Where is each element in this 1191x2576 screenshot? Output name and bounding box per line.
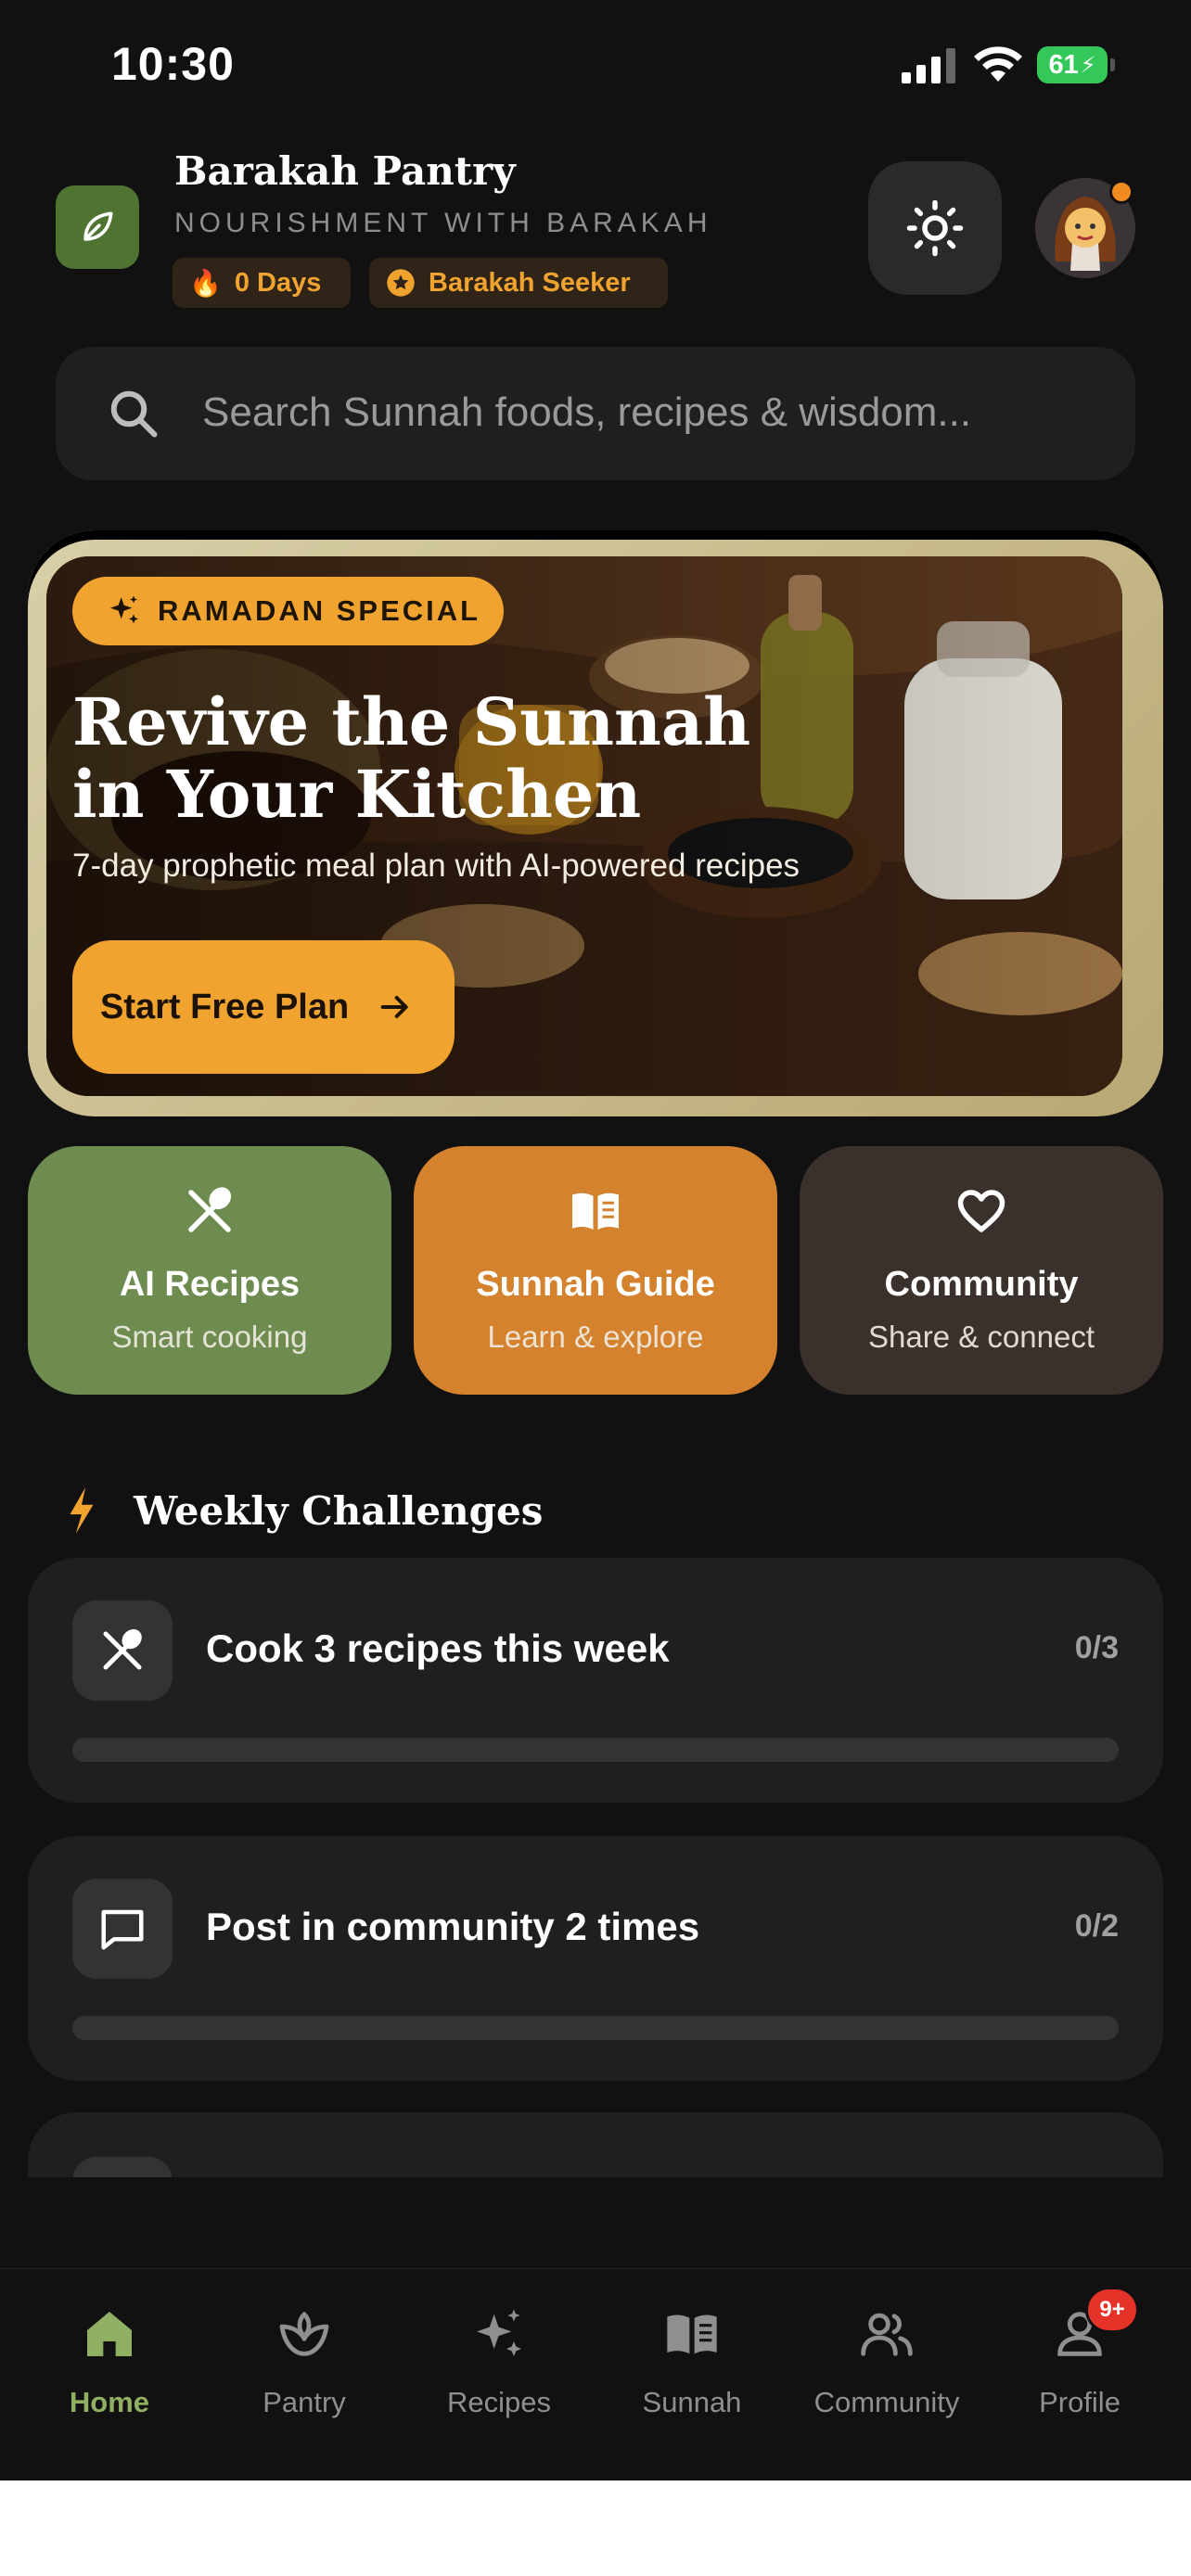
chat-bubble-icon (101, 1909, 144, 1950)
battery-level: 61 ⚡ (1037, 46, 1108, 83)
app-tagline: NOURISHMENT WITH BARAKAH (174, 208, 712, 238)
book-icon (667, 2315, 717, 2354)
sparkles-icon (110, 595, 138, 624)
status-time: 10:30 (111, 38, 235, 90)
home-icon (87, 2312, 132, 2356)
challenge-title: Post in community 2 times (206, 1905, 700, 1948)
challenge-count: 0/2 (1074, 1908, 1119, 1944)
home-screen: 10:30 61 ⚡ Barakah Pantry NOURISHMENT WIT… (0, 0, 1191, 2480)
challenge-title: Cook 3 recipes this week (206, 1626, 670, 1670)
signal-icon (902, 48, 955, 83)
hero-title: Revive the Sunnah in Your Kitchen (72, 686, 777, 831)
lightning-icon (70, 1487, 94, 1534)
app-title: Barakah Pantry (174, 148, 516, 194)
wifi-icon (974, 46, 1022, 82)
avatar-notification-dot (1109, 180, 1133, 204)
star-badge-icon (387, 269, 415, 297)
book-icon (572, 1192, 619, 1230)
status-bar: 10:30 61 ⚡ (0, 0, 1191, 139)
nav-label: Sunnah (642, 2386, 742, 2418)
tile-subtitle: Share & connect (868, 1320, 1095, 1354)
profile-notification-badge: 9+ (1085, 2287, 1139, 2333)
challenge-card[interactable]: Cook 3 recipes this week 0/3 (28, 1558, 1163, 1803)
community-tile[interactable]: Community Share & connect (800, 1146, 1163, 1395)
tile-title: AI Recipes (119, 1265, 301, 1304)
hero-banner[interactable]: RAMADAN SPECIAL Revive the Sunnah in You… (28, 530, 1163, 1116)
heart-icon (957, 1190, 1005, 1232)
challenge-icon (72, 1879, 173, 1979)
avatar[interactable] (1035, 178, 1135, 278)
challenge-count: 0/3 (1074, 1630, 1119, 1665)
section-title: Weekly Challenges (134, 1487, 544, 1534)
arrow-right-icon (380, 996, 408, 1018)
search-input[interactable]: Search Sunnah foods, recipes & wisdom... (202, 389, 971, 436)
nav-item-home[interactable]: Home (26, 2304, 193, 2419)
search-bar[interactable]: Search Sunnah foods, recipes & wisdom... (56, 347, 1135, 480)
users-icon (861, 2313, 913, 2356)
nav-item-sunnah[interactable]: Sunnah (608, 2304, 775, 2419)
ramadan-special-badge: RAMADAN SPECIAL (72, 577, 504, 645)
search-icon (110, 390, 158, 438)
sprout-icon (279, 2312, 329, 2356)
challenge-icon (72, 1600, 173, 1701)
sunnah-guide-tile[interactable]: Sunnah Guide Learn & explore (414, 1146, 777, 1395)
weekly-challenges-header: Weekly Challenges (65, 1487, 543, 1534)
nav-label: Community (813, 2386, 960, 2418)
rank-badge[interactable]: Barakah Seeker (369, 258, 668, 308)
streak-badge[interactable]: 🔥 0 Days (173, 258, 351, 308)
leaf-icon (83, 211, 113, 241)
tile-subtitle: Learn & explore (487, 1320, 704, 1354)
start-free-plan-button[interactable]: Start Free Plan (72, 940, 455, 1074)
nav-item-pantry[interactable]: Pantry (221, 2304, 388, 2419)
hero-title-line-2: in Your Kitchen (72, 756, 642, 833)
tile-subtitle: Smart cooking (111, 1320, 308, 1354)
sparkles-icon (477, 2309, 521, 2356)
theme-toggle-button[interactable] (868, 161, 1002, 295)
challenge-card-partial[interactable] (28, 2112, 1163, 2177)
nav-item-recipes[interactable]: Recipes (416, 2304, 583, 2419)
nav-label: Home (69, 2386, 150, 2418)
nav-label: Profile (1039, 2386, 1121, 2418)
tile-title: Sunnah Guide (476, 1265, 715, 1304)
challenge-progress-bar (72, 2016, 1119, 2040)
hero-title-line-1: Revive the Sunnah (72, 683, 751, 760)
challenge-progress-bar (72, 1738, 1119, 1762)
ai-recipes-tile[interactable]: AI Recipes Smart cooking (28, 1146, 391, 1395)
nav-label: Recipes (447, 2386, 551, 2418)
cta-label: Start Free Plan (100, 987, 350, 1027)
app-logo[interactable] (56, 185, 139, 269)
hero-subtitle: 7-day prophetic meal plan with AI-powere… (72, 848, 800, 884)
nav-item-profile[interactable]: Profile (996, 2304, 1163, 2419)
battery-indicator: 61 ⚡ (1037, 46, 1115, 83)
flame-icon: 🔥 (189, 268, 222, 298)
tile-title: Community (884, 1265, 1079, 1304)
hero-badge-label: RAMADAN SPECIAL (158, 594, 481, 627)
challenge-card[interactable]: Post in community 2 times 0/2 (28, 1836, 1163, 2081)
sun-icon (906, 199, 964, 257)
rank-label: Barakah Seeker (429, 267, 631, 298)
nav-label: Pantry (263, 2386, 346, 2418)
bottom-nav: Home Pantry Recipes Sunnah Community Pro… (0, 2268, 1191, 2480)
streak-label: 0 Days (234, 267, 322, 298)
utensils-icon (103, 1629, 142, 1670)
challenge-icon (72, 2157, 173, 2177)
utensils-icon (188, 1187, 232, 1232)
nav-item-community[interactable]: Community (803, 2304, 970, 2419)
